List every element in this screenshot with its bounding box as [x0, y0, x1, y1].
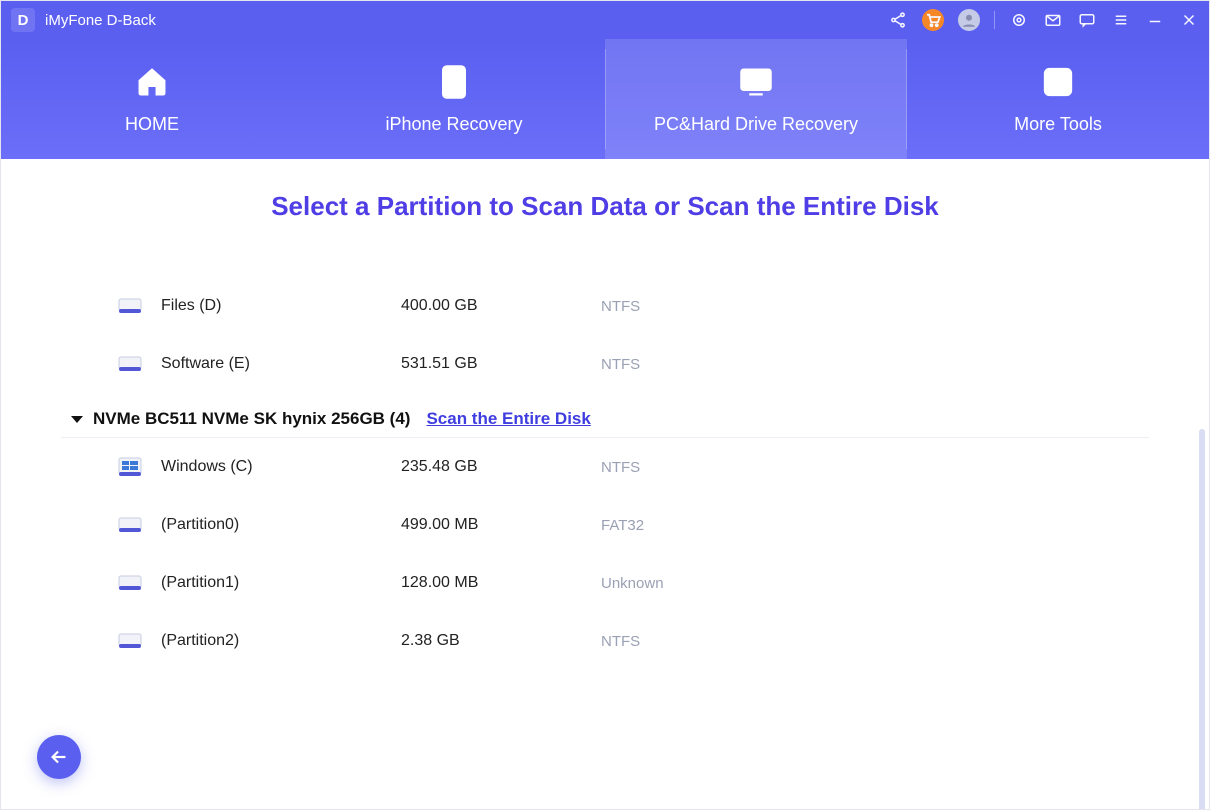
partition-name: (Partition1): [161, 574, 401, 592]
partition-row[interactable]: (Partition0) 499.00 MB FAT32: [61, 496, 1149, 554]
close-icon[interactable]: [1179, 10, 1199, 30]
titlebar-divider: [994, 11, 995, 29]
more-tools-icon: [1041, 64, 1075, 100]
feedback-icon[interactable]: [1077, 10, 1097, 30]
partition-row[interactable]: (Partition2) 2.38 GB NTFS: [61, 612, 1149, 670]
partition-filesystem: NTFS: [601, 633, 640, 650]
drive-icon: [117, 570, 143, 596]
partition-size: 531.51 GB: [401, 355, 601, 373]
partition-size: 235.48 GB: [401, 458, 601, 476]
scrollbar[interactable]: [1199, 429, 1205, 809]
partition-row[interactable]: Files (D) 400.00 GB NTFS: [61, 277, 1149, 335]
tab-label: More Tools: [1014, 114, 1102, 135]
tab-pc-recovery[interactable]: PC&Hard Drive Recovery: [605, 39, 907, 159]
tab-home[interactable]: HOME: [1, 39, 303, 159]
partition-name: Files (D): [161, 297, 401, 315]
app-window: D iMyFone D-Back: [0, 0, 1210, 810]
drive-icon: [117, 293, 143, 319]
partition-filesystem: FAT32: [601, 517, 644, 534]
main-navbar: HOME iPhone Recovery PC&Hard Drive Recov…: [1, 39, 1209, 159]
main-area: Select a Partition to Scan Data or Scan …: [1, 159, 1209, 809]
partition-name: (Partition2): [161, 632, 401, 650]
back-button[interactable]: [37, 735, 81, 779]
pc-recovery-icon: [738, 64, 774, 100]
tab-label: iPhone Recovery: [385, 114, 522, 135]
disk-header[interactable]: NVMe BC511 NVMe SK hynix 256GB (4) Scan …: [61, 401, 1149, 438]
titlebar-left: D iMyFone D-Back: [11, 8, 156, 32]
partition-size: 400.00 GB: [401, 297, 601, 315]
drive-icon: [117, 351, 143, 377]
tab-label: PC&Hard Drive Recovery: [654, 114, 858, 135]
partition-size: 128.00 MB: [401, 574, 601, 592]
mail-icon[interactable]: [1043, 10, 1063, 30]
drive-icon: [117, 628, 143, 654]
partition-name: Software (E): [161, 355, 401, 373]
chevron-down-icon: [71, 416, 83, 423]
tab-iphone-recovery[interactable]: iPhone Recovery: [303, 39, 605, 159]
tab-label: HOME: [125, 114, 179, 135]
tab-more-tools[interactable]: More Tools: [907, 39, 1209, 159]
partition-row[interactable]: Windows (C) 235.48 GB NTFS: [61, 438, 1149, 496]
partition-size: 2.38 GB: [401, 632, 601, 650]
windows-drive-icon: [117, 454, 143, 480]
account-icon[interactable]: [958, 9, 980, 31]
cart-icon[interactable]: [922, 9, 944, 31]
titlebar: D iMyFone D-Back: [1, 1, 1209, 39]
partition-name: Windows (C): [161, 458, 401, 476]
phone-refresh-icon: [439, 64, 469, 100]
partition-list: Files (D) 400.00 GB NTFS Software (E) 53…: [61, 277, 1149, 787]
menu-icon[interactable]: [1111, 10, 1131, 30]
app-title: iMyFone D-Back: [45, 12, 156, 29]
partition-name: (Partition0): [161, 516, 401, 534]
partition-filesystem: NTFS: [601, 356, 640, 373]
page-title: Select a Partition to Scan Data or Scan …: [1, 191, 1209, 222]
disk-name: NVMe BC511 NVMe SK hynix 256GB (4): [93, 409, 410, 429]
partition-row[interactable]: Software (E) 531.51 GB NTFS: [61, 335, 1149, 393]
partition-filesystem: NTFS: [601, 459, 640, 476]
home-icon: [133, 64, 171, 100]
partition-filesystem: NTFS: [601, 298, 640, 315]
drive-icon: [117, 512, 143, 538]
partition-size: 499.00 MB: [401, 516, 601, 534]
share-icon[interactable]: [888, 10, 908, 30]
target-icon[interactable]: [1009, 10, 1029, 30]
titlebar-right: [888, 9, 1199, 31]
minimize-icon[interactable]: [1145, 10, 1165, 30]
app-logo: D: [11, 8, 35, 32]
scan-entire-disk-link[interactable]: Scan the Entire Disk: [426, 409, 590, 429]
partition-filesystem: Unknown: [601, 575, 664, 592]
partition-row[interactable]: (Partition1) 128.00 MB Unknown: [61, 554, 1149, 612]
